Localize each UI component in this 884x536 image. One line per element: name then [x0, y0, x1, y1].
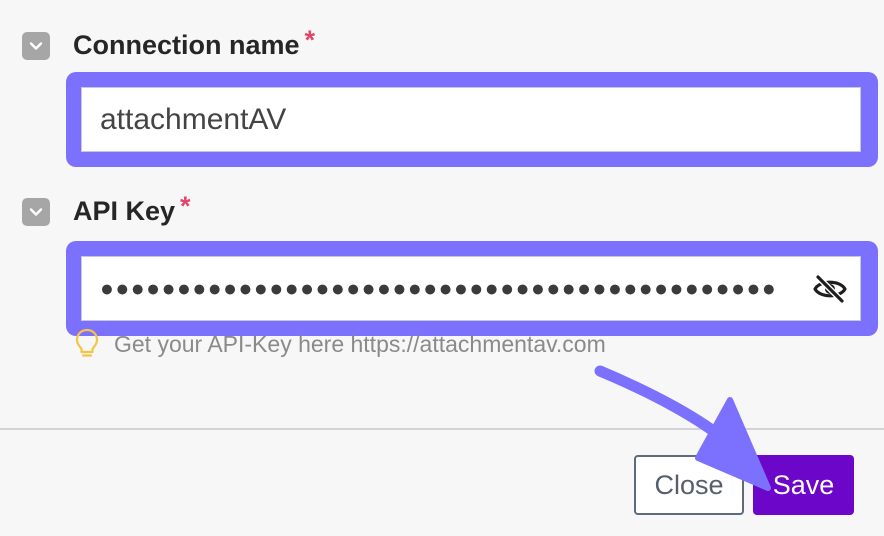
- connection-name-collapse-toggle[interactable]: [22, 31, 50, 60]
- required-indicator: *: [180, 191, 191, 221]
- connection-name-label-row: Connection name *: [22, 25, 315, 61]
- chevron-down-icon: [29, 41, 43, 50]
- save-button[interactable]: Save: [753, 455, 854, 515]
- api-key-input[interactable]: ●●●●●●●●●●●●●●●●●●●●●●●●●●●●●●●●●●●●●●●●…: [81, 256, 861, 321]
- api-key-label: API Key: [73, 196, 176, 226]
- api-key-collapse-toggle[interactable]: [22, 197, 50, 226]
- eye-off-icon: [813, 273, 847, 304]
- toggle-visibility-button[interactable]: [800, 257, 860, 320]
- api-key-label-row: API Key *: [22, 191, 191, 227]
- close-button[interactable]: Close: [634, 455, 744, 515]
- footer-divider: [0, 428, 884, 430]
- chevron-down-icon: [29, 207, 43, 216]
- connection-form: Connection name * API Key * ●●●●●●●●●●●●…: [0, 0, 884, 536]
- api-key-masked-value[interactable]: ●●●●●●●●●●●●●●●●●●●●●●●●●●●●●●●●●●●●●●●●…: [82, 275, 800, 302]
- connection-name-highlight: [66, 72, 878, 167]
- connection-name-input[interactable]: [82, 88, 860, 151]
- required-indicator: *: [304, 25, 316, 55]
- connection-name-input-wrapper: [81, 87, 861, 152]
- lightbulb-icon: [75, 328, 99, 357]
- hint-text: Get your API-Key here https://attachment…: [114, 330, 606, 357]
- api-key-highlight: ●●●●●●●●●●●●●●●●●●●●●●●●●●●●●●●●●●●●●●●●…: [66, 241, 878, 336]
- connection-name-label: Connection name: [73, 30, 300, 60]
- api-key-hint: Get your API-Key here https://attachment…: [74, 328, 606, 360]
